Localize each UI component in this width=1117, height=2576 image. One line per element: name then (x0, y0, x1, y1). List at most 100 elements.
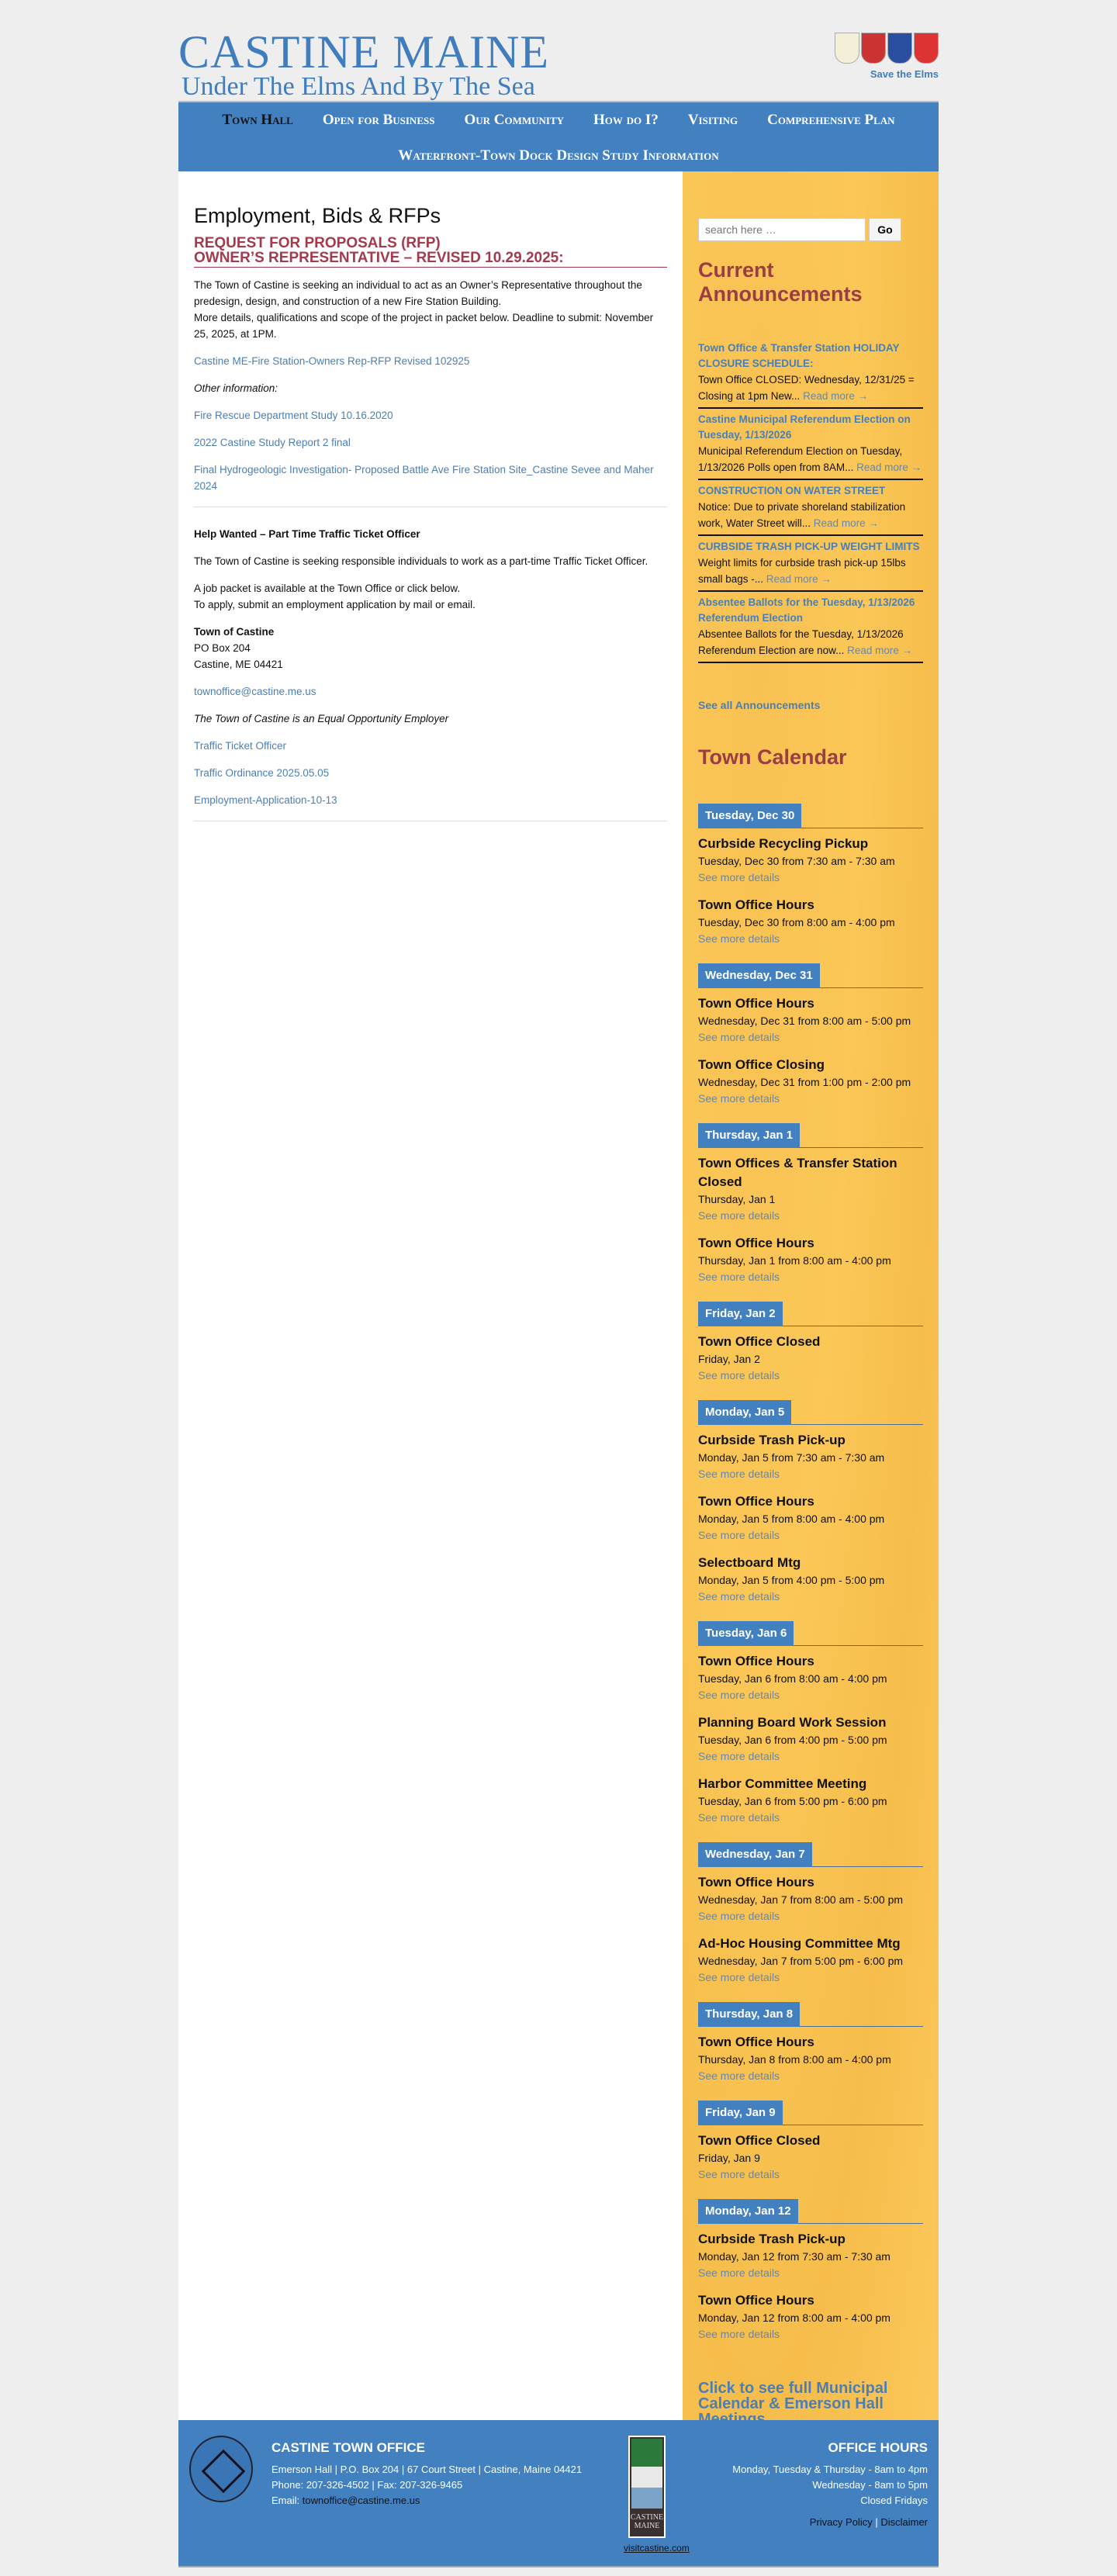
announcement-title[interactable]: Town Office & Transfer Station HOLIDAY C… (698, 341, 923, 372)
document-link[interactable]: Traffic Ticket Officer (194, 738, 667, 754)
flags-logo[interactable] (835, 33, 939, 64)
calendar-event: Town Office Hours Monday, Jan 12 from 8:0… (698, 2291, 923, 2342)
footer-email-link[interactable]: townoffice@castine.me.us (303, 2495, 420, 2506)
see-more-details-link[interactable]: See more details (698, 1908, 923, 1924)
event-time: Wednesday, Dec 31 from 8:00 am - 5:00 pm (698, 1015, 911, 1027)
read-more-link[interactable]: Read more → (766, 573, 832, 585)
event-title: Town Office Closed (698, 1334, 821, 1349)
nav-item[interactable]: Comprehensive Plan (767, 112, 894, 129)
calendar-event: Ad-Hoc Housing Committee Mtg Wednesday, J… (698, 1935, 923, 1985)
nav-item[interactable]: Town Hall (222, 112, 292, 129)
see-more-details-link[interactable]: See more details (698, 1466, 923, 1482)
calendar-day-header: Monday, Jan 5 (698, 1400, 923, 1425)
see-all-announcements-link[interactable]: See all Announcements (698, 699, 923, 711)
nav-item[interactable]: How do I? (593, 112, 659, 129)
announcement-title[interactable]: CURBSIDE TRASH PICK-UP WEIGHT LIMITS (698, 539, 923, 555)
rfp-text-1: The Town of Castine is seeking an indivi… (194, 279, 642, 307)
see-more-details-link[interactable]: See more details (698, 2326, 923, 2342)
announcement-title[interactable]: Castine Municipal Referendum Election on… (698, 412, 923, 443)
announcement-title[interactable]: Absentee Ballots for the Tuesday, 1/13/2… (698, 595, 923, 626)
event-title: Town Office Hours (698, 2035, 814, 2049)
see-more-details-link[interactable]: See more details (698, 1091, 923, 1106)
calendar-event: Curbside Trash Pick-up Monday, Jan 5 from… (698, 1431, 923, 1482)
announcement-item: Absentee Ballots for the Tuesday, 1/13/2… (698, 592, 923, 663)
event-title: Town Office Hours (698, 996, 814, 1011)
see-more-details-link[interactable]: See more details (698, 1368, 923, 1383)
rfp-document-link[interactable]: Castine ME-Fire Station-Owners Rep-RFP R… (194, 353, 667, 369)
apply-text: To apply, submit an employment applicati… (194, 599, 476, 610)
read-more-link[interactable]: Read more → (847, 645, 912, 656)
privacy-policy-link[interactable]: Privacy Policy (810, 2516, 873, 2528)
event-time: Friday, Jan 2 (698, 1353, 760, 1365)
see-more-details-link[interactable]: See more details (698, 1589, 923, 1604)
event-time: Tuesday, Jan 6 from 4:00 pm - 5:00 pm (698, 1734, 887, 1746)
announcement-title[interactable]: CONSTRUCTION ON WATER STREET (698, 483, 923, 499)
footer: CASTINE TOWN OFFICE Emerson Hall | P.O. … (178, 2420, 939, 2567)
document-link[interactable]: 2022 Castine Study Report 2 final (194, 434, 667, 451)
search-input[interactable] (698, 218, 866, 241)
calendar-date: Friday, Jan 9 (698, 2101, 783, 2125)
see-more-details-link[interactable]: See more details (698, 1269, 923, 1285)
event-time: Tuesday, Dec 30 from 8:00 am - 4:00 pm (698, 916, 895, 928)
see-more-details-link[interactable]: See more details (698, 1748, 923, 1764)
address-line1: PO Box 204 (194, 642, 251, 654)
see-more-details-link[interactable]: See more details (698, 2265, 923, 2280)
visit-castine-link[interactable]: visitcastine.com (624, 2543, 690, 2554)
see-more-details-link[interactable]: See more details (698, 1969, 923, 1985)
event-title: Town Office Closing (698, 1057, 825, 1072)
event-time: Monday, Jan 5 from 4:00 pm - 5:00 pm (698, 1574, 885, 1586)
calendar-event: Curbside Trash Pick-up Monday, Jan 12 fro… (698, 2230, 923, 2280)
document-link[interactable]: Employment-Application-10-13 (194, 792, 667, 808)
event-title: Selectboard Mtg (698, 1555, 801, 1570)
save-the-elms-link[interactable]: Save the Elms (870, 68, 939, 80)
sidebar: Go Current Announcements Town Office & T… (683, 171, 939, 2427)
document-link[interactable]: Final Hydrogeologic Investigation- Propo… (194, 462, 667, 494)
site-title[interactable]: CASTINE MAINE (178, 28, 549, 76)
see-more-details-link[interactable]: See more details (698, 2068, 923, 2083)
office-info: CASTINE TOWN OFFICE Emerson Hall | P.O. … (271, 2440, 582, 2509)
nav-item[interactable]: Waterfront-Town Dock Design Study Inform… (398, 147, 718, 164)
email-link[interactable]: townoffice@castine.me.us (194, 683, 667, 700)
nav-item[interactable]: Our Community (464, 112, 564, 129)
search-form: Go (698, 218, 923, 241)
calendar-event: Town Office Hours Tuesday, Jan 6 from 8:0… (698, 1652, 923, 1703)
calendar-date: Friday, Jan 2 (698, 1302, 783, 1326)
main-content: Employment, Bids & RFPs REQUEST FOR PROP… (178, 171, 683, 2421)
search-go-button[interactable]: Go (869, 218, 901, 241)
see-more-details-link[interactable]: See more details (698, 931, 923, 946)
event-time: Monday, Jan 12 from 7:30 am - 7:30 am (698, 2250, 890, 2263)
page-title: Employment, Bids & RFPs (194, 204, 441, 227)
event-title: Town Office Hours (698, 1875, 814, 1890)
nav-item[interactable]: Visiting (688, 112, 738, 129)
read-more-link[interactable]: Read more → (814, 517, 879, 529)
visit-castine-logo[interactable]: CASTINE MAINE (628, 2436, 666, 2538)
calendar-event: Town Office Hours Monday, Jan 5 from 8:00… (698, 1492, 923, 1543)
disclaimer-link[interactable]: Disclaimer (880, 2516, 928, 2528)
event-title: Town Office Hours (698, 1236, 814, 1250)
event-time: Tuesday, Jan 6 from 5:00 pm - 6:00 pm (698, 1795, 887, 1807)
see-more-details-link[interactable]: See more details (698, 1810, 923, 1825)
read-more-link[interactable]: Read more → (856, 462, 922, 473)
office-hours-title: OFFICE HOURS (828, 2440, 928, 2455)
calendar-date: Thursday, Jan 1 (698, 1123, 801, 1148)
rfp-heading-line1: REQUEST FOR PROPOSALS (RFP) (194, 235, 441, 251)
see-more-details-link[interactable]: See more details (698, 1208, 923, 1223)
event-time: Monday, Jan 5 from 8:00 am - 4:00 pm (698, 1513, 885, 1525)
address-line2: Castine, ME 04421 (194, 659, 283, 670)
document-link[interactable]: Traffic Ordinance 2025.05.05 (194, 765, 667, 781)
see-more-details-link[interactable]: See more details (698, 870, 923, 885)
rfp-heading: REQUEST FOR PROPOSALS (RFP) OWNER’S REPR… (194, 236, 667, 268)
document-link[interactable]: Fire Rescue Department Study 10.16.2020 (194, 407, 667, 424)
hours-line: Wednesday - 8am to 5pm (812, 2479, 928, 2491)
see-more-details-link[interactable]: See more details (698, 2166, 923, 2182)
see-more-details-link[interactable]: See more details (698, 1029, 923, 1045)
hours-line: Closed Fridays (860, 2495, 928, 2506)
see-more-details-link[interactable]: See more details (698, 1527, 923, 1543)
see-more-details-link[interactable]: See more details (698, 1687, 923, 1703)
calendar-event: Planning Board Work Session Tuesday, Jan … (698, 1713, 923, 1764)
event-time: Tuesday, Dec 30 from 7:30 am - 7:30 am (698, 855, 895, 867)
calendar-day-header: Wednesday, Jan 7 (698, 1842, 923, 1867)
calendar-heading: Town Calendar (698, 745, 847, 769)
read-more-link[interactable]: Read more → (803, 390, 868, 402)
nav-item[interactable]: Open for Business (323, 112, 435, 129)
